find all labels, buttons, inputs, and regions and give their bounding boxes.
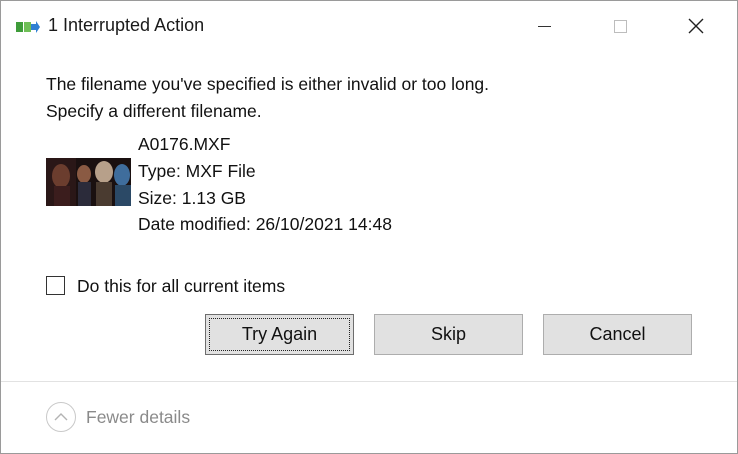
close-button[interactable] — [673, 1, 719, 51]
fewer-details-link[interactable]: Fewer details — [86, 407, 190, 428]
apply-all-label[interactable]: Do this for all current items — [77, 276, 285, 297]
focus-ring — [209, 318, 350, 351]
file-thumbnail — [46, 158, 131, 206]
window-title: 1 Interrupted Action — [48, 15, 205, 35]
skip-label: Skip — [430, 324, 466, 344]
apply-all-checkbox[interactable] — [46, 276, 65, 295]
cancel-button[interactable]: Cancel — [543, 314, 692, 355]
minimize-icon — [537, 25, 551, 27]
close-icon — [688, 18, 704, 34]
instruction-message: Specify a different filename. — [46, 101, 262, 121]
skip-button[interactable]: Skip — [374, 314, 523, 355]
cancel-label: Cancel — [589, 324, 646, 344]
details-toggle-button[interactable] — [46, 402, 76, 432]
title-bar[interactable]: 1 Interrupted Action — [1, 1, 737, 51]
maximize-icon — [613, 19, 627, 33]
try-again-button[interactable]: Try Again — [205, 314, 354, 355]
interrupted-action-dialog: 1 Interrupted Action The filename you've… — [0, 0, 738, 454]
minimize-button[interactable] — [521, 1, 567, 51]
file-date-modified: Date modified: 26/10/2021 14:48 — [138, 214, 392, 234]
file-name: A0176.MXF — [138, 134, 231, 154]
error-message: The filename you've specified is either … — [46, 74, 490, 94]
file-type: Type: MXF File — [138, 161, 256, 181]
chevron-up-icon — [54, 413, 68, 421]
file-move-icon — [16, 21, 40, 33]
file-size: Size: 1.13 GB — [138, 188, 246, 208]
maximize-button — [597, 1, 643, 51]
